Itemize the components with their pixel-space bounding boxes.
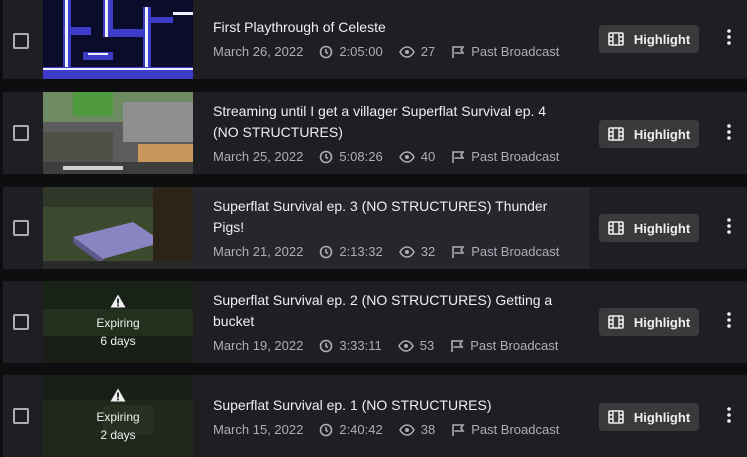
film-icon (608, 410, 624, 424)
film-icon (608, 315, 624, 329)
eye-icon (398, 150, 415, 164)
highlight-button[interactable]: Highlight (599, 120, 699, 148)
video-row[interactable]: Superflat Survival ep. 3 (NO STRUCTURES)… (3, 187, 747, 269)
checkbox-cell[interactable] (3, 375, 41, 457)
film-icon (608, 32, 624, 46)
broadcast-flag-icon (451, 245, 465, 259)
video-info[interactable]: Superflat Survival ep. 3 (NO STRUCTURES)… (193, 187, 589, 269)
highlight-button[interactable]: Highlight (599, 214, 699, 242)
video-row[interactable]: Streaming until I get a villager Superfl… (3, 92, 747, 174)
video-thumbnail[interactable] (43, 92, 193, 174)
expiring-label: Expiring (96, 410, 140, 424)
highlight-label: Highlight (633, 31, 691, 47)
select-checkbox[interactable] (13, 220, 29, 236)
video-title[interactable]: Superflat Survival ep. 3 (NO STRUCTURES)… (213, 196, 573, 238)
video-title[interactable]: Superflat Survival ep. 2 (NO STRUCTURES)… (213, 290, 573, 332)
video-type: Past Broadcast (471, 422, 560, 437)
expiring-overlay: Expiring 2 days (43, 375, 193, 457)
video-title[interactable]: Superflat Survival ep. 1 (NO STRUCTURES) (213, 395, 573, 416)
expiring-overlay: Expiring 6 days (43, 281, 193, 363)
video-info[interactable]: Streaming until I get a villager Superfl… (193, 92, 589, 174)
video-row[interactable]: First Playthrough of Celeste March 26, 2… (3, 0, 747, 79)
video-type: Past Broadcast (470, 338, 559, 353)
film-icon (608, 127, 624, 141)
more-options-icon[interactable] (719, 216, 739, 236)
video-type: Past Broadcast (471, 44, 560, 59)
checkbox-cell[interactable] (3, 0, 41, 79)
video-meta: March 15, 2022 2:40:42 38 Past Broadcast (213, 422, 583, 437)
select-checkbox[interactable] (13, 314, 29, 330)
select-checkbox[interactable] (13, 33, 29, 49)
video-row[interactable]: Expiring 6 days Superflat Survival ep. 2… (3, 281, 747, 363)
highlight-label: Highlight (633, 409, 691, 425)
eye-icon (397, 339, 414, 353)
eye-icon (398, 423, 415, 437)
clock-icon (319, 339, 333, 353)
video-title[interactable]: First Playthrough of Celeste (213, 17, 573, 38)
video-type: Past Broadcast (471, 244, 560, 259)
checkbox-cell[interactable] (3, 92, 41, 174)
broadcast-flag-icon (451, 150, 465, 164)
expiring-label: Expiring (96, 316, 140, 330)
video-meta: March 25, 2022 5:08:26 40 Past Broadcast (213, 149, 583, 164)
highlight-button[interactable]: Highlight (599, 25, 699, 53)
video-views: 53 (419, 338, 435, 353)
clock-icon (319, 45, 333, 59)
more-options-icon[interactable] (719, 310, 739, 330)
warning-icon (110, 294, 126, 308)
broadcast-flag-icon (451, 45, 465, 59)
video-duration: 2:13:32 (339, 244, 383, 259)
eye-icon (398, 245, 415, 259)
video-title[interactable]: Streaming until I get a villager Superfl… (213, 101, 573, 143)
expiring-days: 2 days (100, 428, 136, 442)
video-info[interactable]: First Playthrough of Celeste March 26, 2… (193, 0, 589, 79)
video-date: March 26, 2022 (213, 44, 304, 59)
highlight-label: Highlight (633, 314, 691, 330)
video-views: 32 (420, 244, 436, 259)
clock-icon (319, 245, 333, 259)
video-views: 40 (420, 149, 436, 164)
video-views: 27 (420, 44, 436, 59)
clock-icon (319, 150, 333, 164)
video-info[interactable]: Superflat Survival ep. 1 (NO STRUCTURES)… (193, 375, 589, 457)
broadcast-flag-icon (451, 423, 465, 437)
expiring-days: 6 days (100, 334, 136, 348)
video-duration: 2:05:00 (339, 44, 383, 59)
video-date: March 25, 2022 (213, 149, 304, 164)
video-thumbnail[interactable]: Expiring 2 days (43, 375, 193, 457)
highlight-button[interactable]: Highlight (599, 308, 699, 336)
video-thumbnail[interactable] (43, 0, 193, 79)
video-info[interactable]: Superflat Survival ep. 2 (NO STRUCTURES)… (193, 281, 589, 363)
video-duration: 5:08:26 (339, 149, 383, 164)
highlight-label: Highlight (633, 126, 691, 142)
video-date: March 15, 2022 (213, 422, 304, 437)
video-row[interactable]: Expiring 2 days Superflat Survival ep. 1… (3, 375, 747, 457)
select-checkbox[interactable] (13, 125, 29, 141)
video-date: March 21, 2022 (213, 244, 304, 259)
highlight-label: Highlight (633, 220, 691, 236)
more-options-icon[interactable] (719, 122, 739, 142)
more-options-icon[interactable] (719, 405, 739, 425)
video-date: March 19, 2022 (213, 338, 304, 353)
video-meta: March 19, 2022 3:33:11 53 Past Broadcast (213, 338, 583, 353)
eye-icon (398, 45, 415, 59)
video-meta: March 21, 2022 2:13:32 32 Past Broadcast (213, 244, 583, 259)
warning-icon (110, 388, 126, 402)
checkbox-cell[interactable] (3, 187, 41, 269)
select-checkbox[interactable] (13, 408, 29, 424)
video-thumbnail[interactable] (43, 187, 193, 269)
video-views: 38 (420, 422, 436, 437)
highlight-button[interactable]: Highlight (599, 403, 699, 431)
video-type: Past Broadcast (471, 149, 560, 164)
video-meta: March 26, 2022 2:05:00 27 Past Broadcast (213, 44, 583, 59)
checkbox-cell[interactable] (3, 281, 41, 363)
clock-icon (319, 423, 333, 437)
video-duration: 3:33:11 (339, 338, 382, 353)
video-thumbnail[interactable]: Expiring 6 days (43, 281, 193, 363)
film-icon (608, 221, 624, 235)
broadcast-flag-icon (450, 339, 464, 353)
more-options-icon[interactable] (719, 27, 739, 47)
video-duration: 2:40:42 (339, 422, 383, 437)
